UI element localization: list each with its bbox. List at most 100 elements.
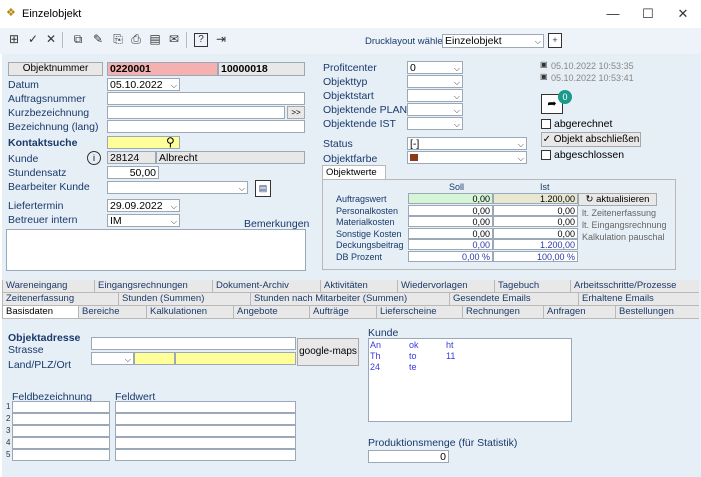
tab-bereiche[interactable]: Bereiche [78,306,146,318]
tab-tagebuch[interactable]: Tagebuch [494,280,570,292]
kunde-address-box [368,338,572,422]
feldbezeichnung-field[interactable] [12,413,110,425]
soll-value[interactable]: 0,00 [408,193,493,204]
tab-zeitenerfassung[interactable]: Zeitenerfassung [2,293,118,305]
help-icon[interactable]: ? [194,33,208,47]
print-layout-select[interactable]: Einzelobjekt ⌵ [442,34,544,48]
bezeichnung-field[interactable] [107,120,305,133]
datum-field[interactable]: 05.10.2022 ⌵ [107,78,180,91]
tab-bestellungen[interactable]: Bestellungen [615,306,699,318]
feldwert-field[interactable] [115,413,296,425]
objektende-plan-field[interactable]: ⌵ [407,103,463,116]
objekt-abschliessen-button[interactable]: ✓ Objekt abschließen [541,132,641,147]
tab-erhaltene-emails[interactable]: Erhaltene Emails [578,293,699,305]
bearbeiter-select[interactable]: ⌵ [107,181,248,194]
kurzbezeichnung-expand-button[interactable]: >> [287,106,305,119]
objektwert-label: Materialkosten [336,217,395,227]
feldwert-field[interactable] [115,425,296,437]
tab-kalkulationen[interactable]: Kalkulationen [146,306,233,318]
kunde-nr-field: 28124 [107,151,156,164]
note-kalkulation: Kalkulation pauschal [582,232,665,242]
soll-value[interactable]: 0,00 [408,204,493,216]
preview-icon[interactable]: ⎘ [110,31,126,47]
tab-stunden-nach-mitarbeiter-summen-[interactable]: Stunden nach Mitarbeiter (Summen) [250,293,449,305]
maximize-button[interactable]: ☐ [633,4,663,24]
diamond-app-icon: ❖ [6,7,16,19]
soll-value[interactable]: 0,00 [408,216,493,227]
soll-value[interactable]: 0,00 [408,227,493,239]
tab-row-3: Basisdaten Bereiche Kalkulationen Angebote A… [2,306,699,319]
cancel-icon[interactable]: ✕ [43,31,59,47]
tab-aufträge[interactable]: Aufträge [309,306,376,318]
liefertermin-field[interactable]: 29.09.2022 ⌵ [107,199,180,212]
plz-field[interactable] [134,352,175,365]
feldwert-field[interactable] [115,449,296,461]
produktionsmenge-field[interactable]: 0 [368,450,449,463]
exit-icon[interactable]: ⇥ [213,31,229,47]
feldwert-field[interactable] [115,437,296,449]
tab-anfragen[interactable]: Anfragen [543,306,615,318]
tab-eingangsrechnungen[interactable]: Eingangsrechnungen [94,280,212,292]
print-icon[interactable]: ⎙ [128,31,144,47]
kunde-label: Kunde [8,153,39,165]
tab-gesendete-emails[interactable]: Gesendete Emails [449,293,578,305]
add-icon[interactable]: ⊞ [6,31,22,47]
copy-icon[interactable]: ⧉ [70,31,86,47]
tab-stunden-summen-[interactable]: Stunden (Summen) [118,293,250,305]
tab-objektwerte[interactable]: Objektwerte [322,165,386,179]
betreuer-select[interactable]: IM ⌵ [107,214,180,227]
row-number: 2 [6,414,11,423]
objekttyp-select[interactable]: ⌵ [407,75,463,88]
strasse-field[interactable] [91,337,296,350]
check-icon[interactable]: ✓ [25,31,41,47]
abgeschlossen-checkbox[interactable] [541,150,551,160]
feldbezeichnung-field[interactable] [12,437,110,449]
tab-aktivitäten[interactable]: Aktivitäten [320,280,397,292]
objektnummer2-field: 10000018 [218,62,305,76]
status-select[interactable]: [-] ⌵ [407,137,527,150]
column-ist: Ist [540,182,550,192]
window-title: Einzelobjekt [22,8,82,20]
tab-rechnungen[interactable]: Rechnungen [462,306,543,318]
objektnummer-button[interactable]: Objektnummer [8,62,103,76]
abgerechnet-checkbox[interactable] [541,119,551,129]
profitcenter-label: Profitcenter [323,62,377,74]
tab-basisdaten[interactable]: Basisdaten [2,306,78,318]
tab-angebote[interactable]: Angebote [233,306,309,318]
feldbezeichnung-field[interactable] [12,449,110,461]
print-layout-add-icon[interactable]: + [548,33,562,48]
objektfarbe-select[interactable]: ⌵ [407,151,527,164]
tab-wareneingang[interactable]: Wareneingang [2,280,94,292]
edit-icon[interactable]: ✎ [90,31,106,47]
info-icon[interactable]: i [87,151,101,165]
tab-wiedervorlagen[interactable]: Wiedervorlagen [397,280,494,292]
tab-lieferscheine[interactable]: Lieferscheine [376,306,462,318]
minimize-button[interactable]: — [598,4,628,24]
stundensatz-field[interactable]: 50,00 [107,166,159,179]
tab-arbeitsschritte-prozesse[interactable]: Arbeitsschritte/Prozesse [570,280,699,292]
datum-label: Datum [8,79,39,91]
pdf-icon[interactable]: ▤ [147,31,163,47]
tab-dokument-archiv[interactable]: Dokument-Archiv [212,280,320,292]
aktualisieren-button[interactable]: ↻ aktualisieren [578,193,657,206]
search-icon[interactable]: ⚲ [166,135,175,149]
google-maps-button[interactable]: google-maps [297,338,359,366]
feldbezeichnung-field[interactable] [12,425,110,437]
land-select[interactable]: ⌵ [91,352,134,365]
feldwert-field[interactable] [115,401,296,413]
objektwert-label: Deckungsbeitrag [336,240,404,250]
document-icon[interactable]: ▤ [255,180,271,197]
kurzbezeichnung-field[interactable] [107,106,285,119]
bemerkungen-textarea[interactable] [6,229,306,271]
close-button[interactable]: ✕ [668,4,698,24]
objektstart-field[interactable]: ⌵ [407,89,463,102]
feldbezeichnung-field[interactable] [12,401,110,413]
ort-field[interactable] [175,352,296,365]
objektende-ist-field[interactable]: ⌵ [407,117,463,130]
betreuer-label: Betreuer intern [8,214,78,226]
profitcenter-select[interactable]: 0 ⌵ [407,61,463,74]
mail-icon[interactable]: ✉ [166,31,182,47]
objektende-plan-label: Objektende PLAN [323,104,408,116]
objektnummer-field[interactable]: 0220001 [107,62,218,76]
auftragsnummer-field[interactable] [107,92,305,105]
